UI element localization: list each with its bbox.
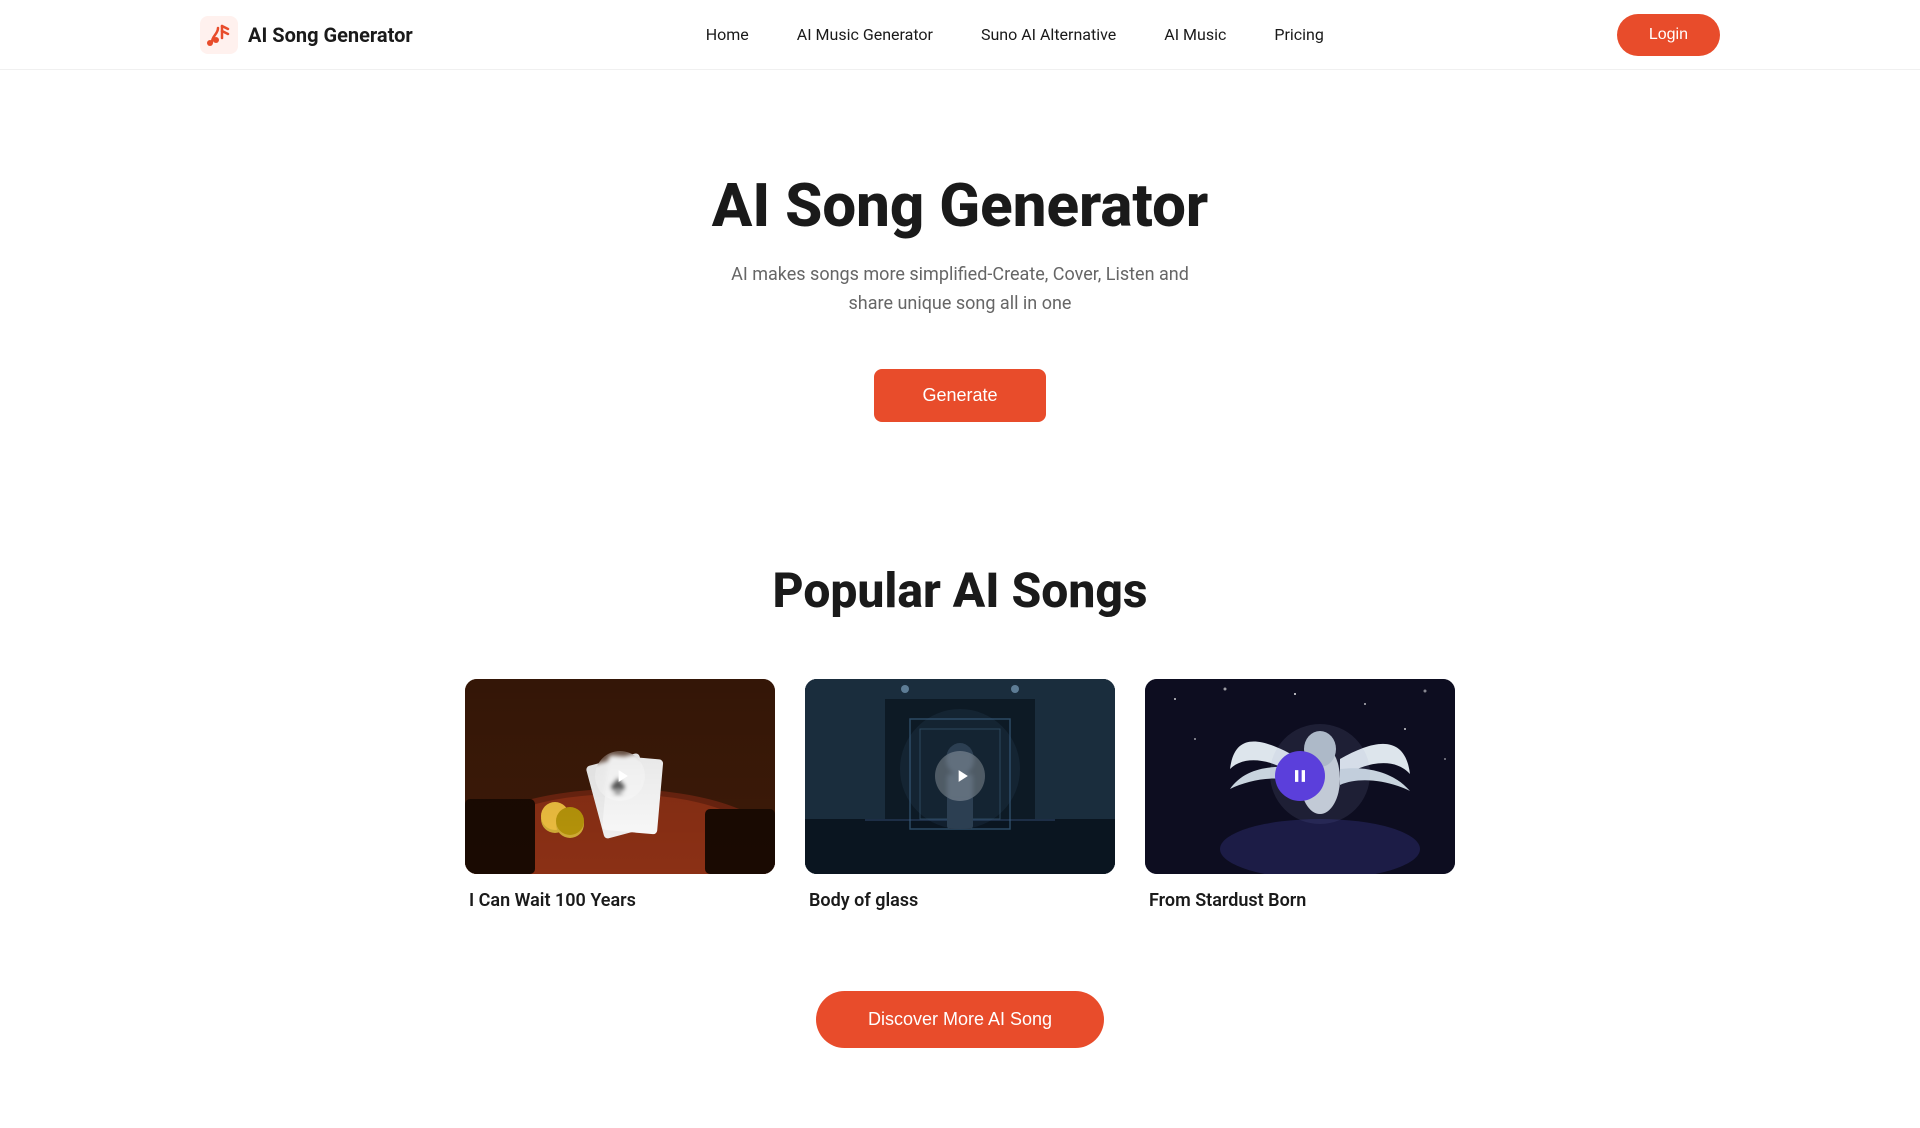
song-thumbnail-1: ♠ xyxy=(465,679,775,874)
discover-more-button[interactable]: Discover More AI Song xyxy=(816,991,1104,1048)
logo-icon xyxy=(200,16,238,54)
generate-button[interactable]: Generate xyxy=(874,369,1045,422)
songs-grid: ♠ xyxy=(200,679,1720,911)
song-card-2[interactable]: Body of glass xyxy=(805,679,1115,911)
play-icon-1 xyxy=(612,766,632,786)
discover-section: Discover More AI Song xyxy=(0,971,1920,1128)
nav-menu: Home AI Music Generator Suno AI Alternat… xyxy=(706,25,1324,44)
hero-title: AI Song Generator xyxy=(200,170,1720,241)
nav-ai-music[interactable]: AI Music xyxy=(1164,25,1226,44)
song-card-3[interactable]: From Stardust Born xyxy=(1145,679,1455,911)
logo-text: AI Song Generator xyxy=(248,23,413,47)
song-title-2: Body of glass xyxy=(805,890,1115,911)
nav-ai-music-generator[interactable]: AI Music Generator xyxy=(797,25,933,44)
hero-section: AI Song Generator AI makes songs more si… xyxy=(0,70,1920,482)
hero-subtitle: AI makes songs more simplified-Create, C… xyxy=(710,261,1210,319)
pause-icon-3 xyxy=(1290,766,1310,786)
song-thumbnail-3 xyxy=(1145,679,1455,874)
nav-suno-alternative[interactable]: Suno AI Alternative xyxy=(981,25,1116,44)
song-thumbnail-2 xyxy=(805,679,1115,874)
song-title-1: I Can Wait 100 Years xyxy=(465,890,775,911)
pause-button-3[interactable] xyxy=(1275,751,1325,801)
nav-home[interactable]: Home xyxy=(706,25,749,44)
play-button-1[interactable] xyxy=(595,751,645,801)
play-button-2[interactable] xyxy=(935,751,985,801)
logo[interactable]: AI Song Generator xyxy=(200,16,413,54)
song-card-1[interactable]: ♠ xyxy=(465,679,775,911)
song-title-3: From Stardust Born xyxy=(1145,890,1455,911)
play-icon-2 xyxy=(952,766,972,786)
popular-section-title: Popular AI Songs xyxy=(200,562,1720,619)
navbar: AI Song Generator Home AI Music Generato… xyxy=(0,0,1920,70)
login-button[interactable]: Login xyxy=(1617,14,1720,56)
nav-pricing[interactable]: Pricing xyxy=(1274,25,1324,44)
popular-songs-section: Popular AI Songs ♠ xyxy=(0,482,1920,971)
